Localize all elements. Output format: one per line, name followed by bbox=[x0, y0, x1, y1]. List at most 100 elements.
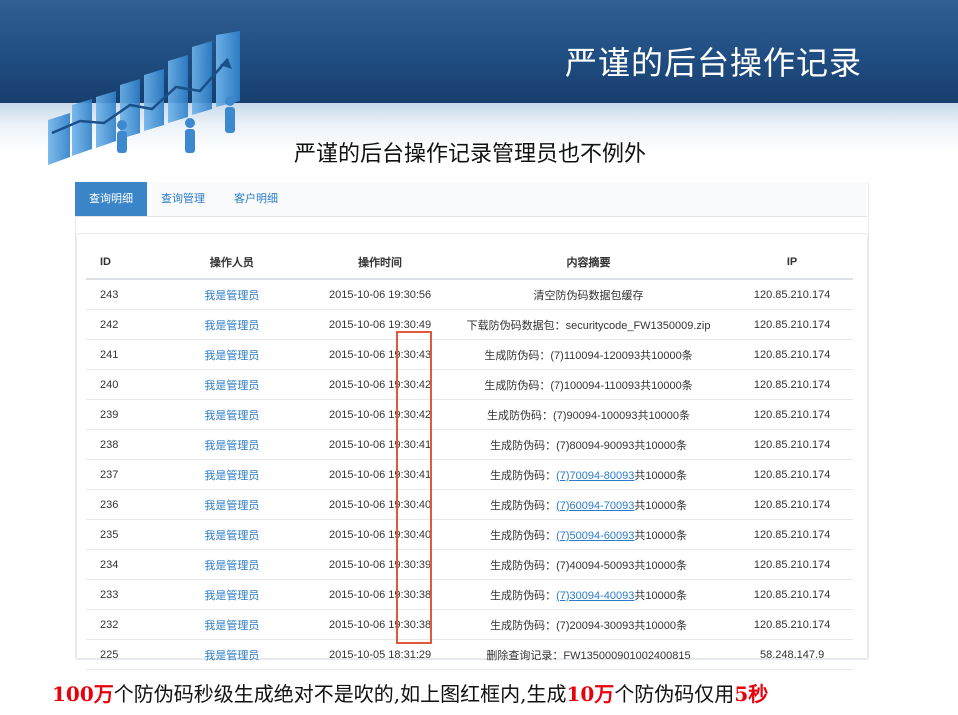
summary-suffix: 共10000条 bbox=[634, 469, 687, 482]
table-row: 243 我是管理员 2015-10-06 19:30:56 清空防伪码数据包缓存… bbox=[86, 279, 853, 310]
table-row: 238 我是管理员 2015-10-06 19:30:41 生成防伪码：(7)8… bbox=[86, 429, 853, 460]
cell-ip: 120.85.210.174 bbox=[731, 369, 853, 400]
cell-summary: 生成防伪码：(7)60094-70093共10000条 bbox=[445, 489, 732, 520]
cell-ip: 120.85.210.174 bbox=[731, 279, 853, 310]
tab-query-details[interactable]: 查询明细 bbox=[75, 182, 147, 216]
tab-bar: 查询明细 查询管理 客户明细 bbox=[75, 182, 867, 217]
cell-id: 240 bbox=[86, 369, 150, 400]
summary-suffix: 共10000条 bbox=[634, 499, 687, 512]
cell-operator-link[interactable]: 我是管理员 bbox=[149, 339, 315, 370]
cell-ip: 120.85.210.174 bbox=[731, 429, 853, 460]
table-row: 241 我是管理员 2015-10-06 19:30:43 生成防伪码：(7)1… bbox=[86, 339, 853, 370]
caption-highlight-3: 5秒 bbox=[734, 682, 769, 706]
cell-ip: 120.85.210.174 bbox=[731, 399, 853, 430]
cell-summary: 生成防伪码：(7)20094-30093共10000条 bbox=[445, 609, 732, 640]
cell-operator-link[interactable]: 我是管理员 bbox=[149, 489, 315, 520]
table-row: 235 我是管理员 2015-10-06 19:30:40 生成防伪码：(7)5… bbox=[86, 519, 853, 550]
cell-ip: 58.248.147.9 bbox=[731, 639, 853, 670]
cell-ip: 120.85.210.174 bbox=[731, 309, 853, 340]
cell-id: 233 bbox=[86, 579, 150, 610]
cell-id: 236 bbox=[86, 489, 150, 520]
cell-summary: 生成防伪码：(7)30094-40093共10000条 bbox=[445, 579, 732, 610]
cell-summary: 生成防伪码：(7)80094-90093共10000条 bbox=[445, 429, 732, 460]
col-header-id: ID bbox=[86, 246, 150, 280]
caption-highlight-2: 10万 bbox=[566, 682, 615, 706]
cell-summary: 生成防伪码：(7)70094-80093共10000条 bbox=[445, 459, 732, 490]
cell-id: 239 bbox=[86, 399, 150, 430]
table-row: 236 我是管理员 2015-10-06 19:30:40 生成防伪码：(7)6… bbox=[86, 489, 853, 520]
cell-operator-link[interactable]: 我是管理员 bbox=[149, 369, 315, 400]
cell-id: 243 bbox=[86, 279, 150, 310]
table-row: 242 我是管理员 2015-10-06 19:30:49 下载防伪码数据包：s… bbox=[86, 309, 853, 340]
page-title: 严谨的后台操作记录 bbox=[564, 44, 862, 82]
summary-suffix: 共10000条 bbox=[634, 589, 687, 602]
cell-summary: 生成防伪码：(7)50094-60093共10000条 bbox=[445, 519, 732, 550]
col-header-time: 操作时间 bbox=[314, 246, 446, 280]
summary-range-link[interactable]: (7)70094-80093 bbox=[556, 470, 634, 482]
cell-ip: 120.85.210.174 bbox=[731, 459, 853, 490]
cell-id: 242 bbox=[86, 309, 150, 340]
caption-highlight-1: 100万 bbox=[52, 682, 114, 706]
cell-summary: 生成防伪码：(7)110094-120093共10000条 bbox=[445, 339, 732, 370]
cell-time: 2015-10-05 18:31:29 bbox=[314, 639, 446, 670]
col-header-operator: 操作人员 bbox=[149, 246, 315, 280]
cell-time: 2015-10-06 19:30:56 bbox=[314, 279, 446, 310]
cell-id: 235 bbox=[86, 519, 150, 550]
table-row: 233 我是管理员 2015-10-06 19:30:38 生成防伪码：(7)3… bbox=[86, 579, 853, 610]
cell-summary: 生成防伪码：(7)40094-50093共10000条 bbox=[445, 549, 732, 580]
page-subtitle: 严谨的后台操作记录管理员也不例外 bbox=[294, 142, 647, 167]
caption-text-2: 个防伪码仅用 bbox=[614, 682, 735, 706]
summary-suffix: 共10000条 bbox=[634, 529, 687, 542]
cell-operator-link[interactable]: 我是管理员 bbox=[149, 519, 315, 550]
cell-ip: 120.85.210.174 bbox=[731, 579, 853, 610]
cell-id: 237 bbox=[86, 459, 150, 490]
table-row: 225 我是管理员 2015-10-05 18:31:29 删除查询记录：FW1… bbox=[86, 639, 853, 670]
operation-log-table: ID 操作人员 操作时间 内容摘要 IP 243 我是管理员 2015-10-0… bbox=[86, 246, 853, 670]
caption: 100万个防伪码秒级生成绝对不是吹的,如上图红框内,生成10万个防伪码仅用5秒 bbox=[52, 678, 768, 707]
caption-text-1: 个防伪码秒级生成绝对不是吹的,如上图红框内,生成 bbox=[113, 682, 567, 706]
table-header-row: ID 操作人员 操作时间 内容摘要 IP bbox=[86, 246, 853, 280]
tab-query-management[interactable]: 查询管理 bbox=[161, 182, 205, 216]
cell-id: 232 bbox=[86, 609, 150, 640]
summary-range-link[interactable]: (7)60094-70093 bbox=[556, 500, 634, 512]
summary-prefix: 生成防伪码： bbox=[490, 499, 557, 512]
summary-prefix: 生成防伪码： bbox=[490, 469, 557, 482]
table-row: 239 我是管理员 2015-10-06 19:30:42 生成防伪码：(7)9… bbox=[86, 399, 853, 430]
summary-range-link[interactable]: (7)30094-40093 bbox=[556, 590, 634, 602]
table-row: 234 我是管理员 2015-10-06 19:30:39 生成防伪码：(7)4… bbox=[86, 549, 853, 580]
cell-operator-link[interactable]: 我是管理员 bbox=[149, 459, 315, 490]
summary-range-link[interactable]: (7)50094-60093 bbox=[556, 530, 634, 542]
cell-id: 241 bbox=[86, 339, 150, 370]
cell-summary: 下载防伪码数据包：securitycode_FW1350009.zip bbox=[445, 309, 732, 340]
summary-prefix: 生成防伪码： bbox=[490, 589, 557, 602]
cell-ip: 120.85.210.174 bbox=[731, 609, 853, 640]
bar-shapes bbox=[48, 31, 240, 165]
cell-operator-link[interactable]: 我是管理员 bbox=[149, 639, 315, 670]
growth-chart-illustration bbox=[48, 31, 240, 165]
col-header-ip: IP bbox=[731, 246, 853, 280]
cell-ip: 120.85.210.174 bbox=[731, 339, 853, 370]
cell-operator-link[interactable]: 我是管理员 bbox=[149, 279, 315, 310]
table-row: 240 我是管理员 2015-10-06 19:30:42 生成防伪码：(7)1… bbox=[86, 369, 853, 400]
cell-summary: 清空防伪码数据包缓存 bbox=[445, 279, 732, 310]
table-row: 232 我是管理员 2015-10-06 19:30:38 生成防伪码：(7)2… bbox=[86, 609, 853, 640]
summary-prefix: 生成防伪码： bbox=[490, 529, 557, 542]
cell-operator-link[interactable]: 我是管理员 bbox=[149, 309, 315, 340]
cell-id: 238 bbox=[86, 429, 150, 460]
cell-operator-link[interactable]: 我是管理员 bbox=[149, 399, 315, 430]
highlight-frame bbox=[396, 331, 432, 644]
tab-customer-details[interactable]: 客户明细 bbox=[234, 182, 278, 216]
cell-operator-link[interactable]: 我是管理员 bbox=[149, 429, 315, 460]
table-row: 237 我是管理员 2015-10-06 19:30:41 生成防伪码：(7)7… bbox=[86, 459, 853, 490]
cell-summary: 生成防伪码：(7)100094-110093共10000条 bbox=[445, 369, 732, 400]
cell-operator-link[interactable]: 我是管理员 bbox=[149, 549, 315, 580]
cell-operator-link[interactable]: 我是管理员 bbox=[149, 609, 315, 640]
cell-operator-link[interactable]: 我是管理员 bbox=[149, 579, 315, 610]
cell-id: 234 bbox=[86, 549, 150, 580]
cell-summary: 生成防伪码：(7)90094-100093共10000条 bbox=[445, 399, 732, 430]
cell-ip: 120.85.210.174 bbox=[731, 519, 853, 550]
col-header-summary: 内容摘要 bbox=[445, 246, 732, 280]
cell-ip: 120.85.210.174 bbox=[731, 489, 853, 520]
cell-id: 225 bbox=[86, 639, 150, 670]
cell-summary: 删除查询记录：FW135000901002400815 bbox=[445, 639, 732, 670]
